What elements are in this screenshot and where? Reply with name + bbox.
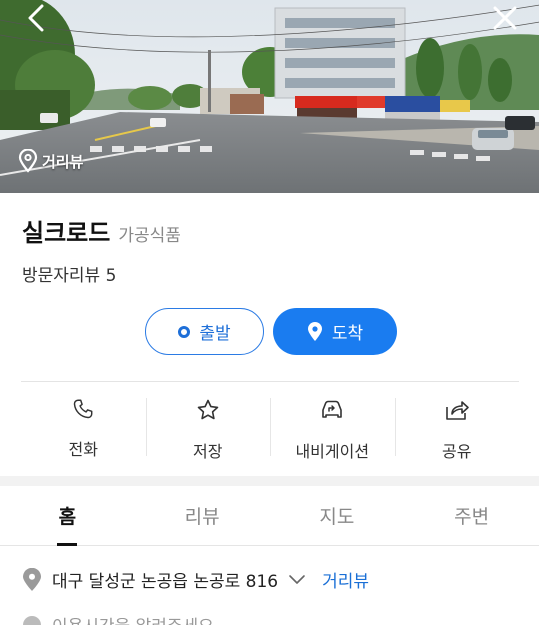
tab-bar: 홈 리뷰 지도 주변 — [0, 486, 539, 546]
navigation-label: 내비게이션 — [295, 442, 370, 461]
location-pin-icon — [18, 149, 38, 173]
phone-icon — [73, 399, 93, 419]
star-icon — [197, 399, 219, 420]
roadview-label: 거리뷰 — [42, 152, 84, 171]
visitor-review-link[interactable]: 방문자리뷰 5 — [22, 261, 116, 286]
action-bar: 전화 저장 내비게이션 공유 — [21, 392, 520, 461]
tab-home[interactable]: 홈 — [0, 486, 135, 546]
tab-nearby[interactable]: 주변 — [404, 486, 539, 545]
route-buttons: 출발 도착 — [145, 308, 397, 355]
save-button[interactable]: 저장 — [145, 392, 271, 461]
place-name: 실크로드 — [22, 219, 111, 247]
call-label: 전화 — [68, 440, 98, 459]
chevron-left-icon — [28, 4, 44, 32]
arrive-button[interactable]: 도착 — [273, 308, 397, 355]
title-row: 실크로드 가공식품 — [22, 213, 181, 248]
call-button[interactable]: 전화 — [21, 392, 146, 459]
street-view-photo[interactable]: 거리뷰 — [0, 0, 539, 193]
location-pin-icon — [23, 567, 41, 591]
origin-dot-icon — [178, 325, 191, 338]
address-text: 대구 달성군 논공읍 논공로 816 — [52, 572, 279, 592]
tab-review[interactable]: 리뷰 — [135, 486, 270, 545]
roadview-button[interactable]: 거리뷰 — [18, 149, 83, 173]
save-label: 저장 — [193, 442, 223, 461]
clock-icon — [23, 615, 41, 625]
section-separator — [0, 476, 539, 486]
arrive-label: 도착 — [331, 324, 364, 344]
share-label: 공유 — [442, 442, 472, 461]
close-button[interactable] — [483, 0, 527, 36]
chevron-down-icon[interactable] — [288, 574, 306, 586]
address-roadview-link[interactable]: 거리뷰 — [322, 567, 369, 592]
share-button[interactable]: 공유 — [394, 392, 520, 461]
location-pin-icon — [307, 321, 322, 341]
navigation-button[interactable]: 내비게이션 — [270, 392, 395, 461]
back-button[interactable] — [14, 0, 58, 36]
tab-map[interactable]: 지도 — [270, 486, 405, 545]
close-icon — [493, 6, 517, 30]
car-navigation-icon — [322, 400, 343, 418]
share-icon — [445, 401, 469, 420]
divider — [21, 381, 519, 382]
address-row: 대구 달성군 논공읍 논공로 816 거리뷰 — [22, 567, 369, 592]
start-label: 출발 — [199, 324, 231, 344]
hours-text[interactable]: 이용시간을 알려주세요 — [52, 612, 214, 625]
hours-row: 이용시간을 알려주세요 — [22, 612, 214, 625]
start-button[interactable]: 출발 — [145, 308, 264, 355]
place-category: 가공식품 — [118, 226, 181, 246]
